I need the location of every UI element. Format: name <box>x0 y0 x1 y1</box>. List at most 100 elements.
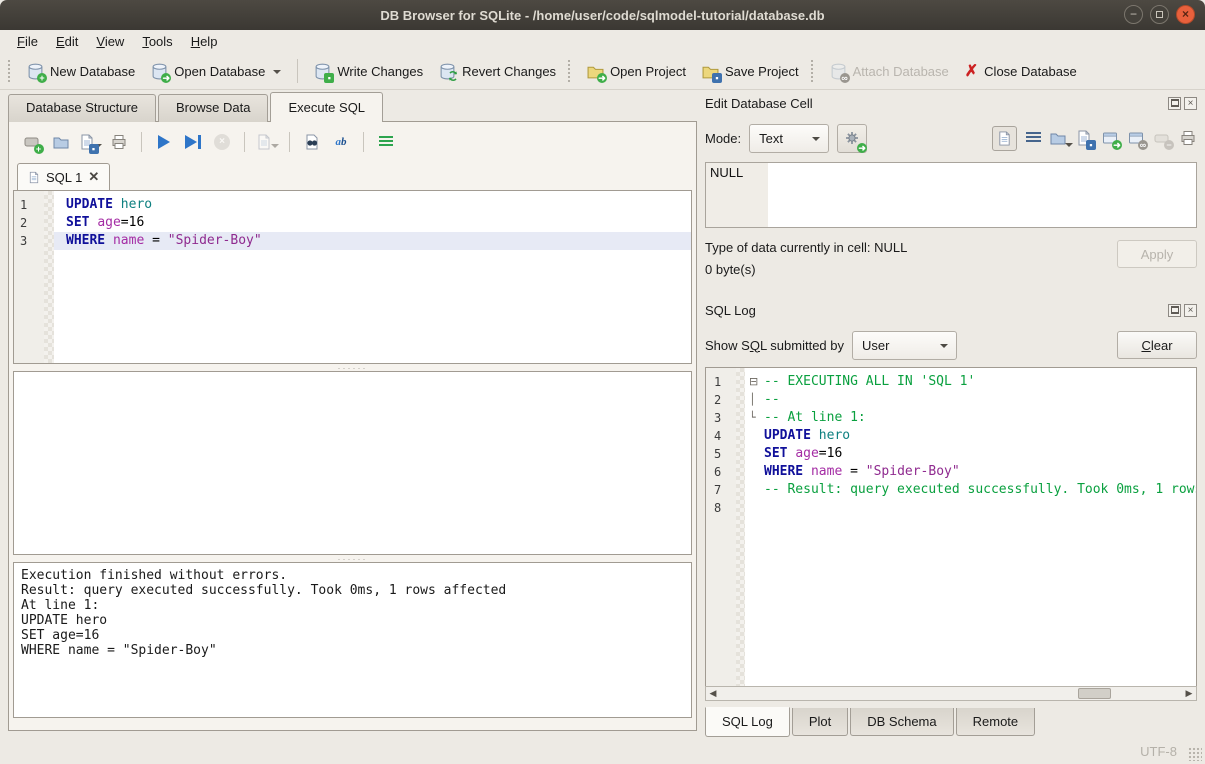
open-database-icon: ➜ <box>151 63 168 80</box>
apply-button: Apply <box>1117 240 1197 268</box>
sql-toolbar: + ▪ × ab <box>13 126 692 158</box>
tab-plot[interactable]: Plot <box>792 708 848 736</box>
scroll-left-arrow-icon[interactable]: ◀ <box>706 687 720 700</box>
format-letters-icon: ab <box>336 136 347 148</box>
editor-results-splitter[interactable]: ······ <box>13 364 692 371</box>
revert-changes-button[interactable]: Revert Changes <box>431 59 564 84</box>
stop-icon: × <box>214 134 230 150</box>
close-dock-icon[interactable]: × <box>1184 304 1197 317</box>
minimize-icon: − <box>1130 7 1137 21</box>
maximize-button[interactable] <box>1150 5 1169 24</box>
toolbar-drag-handle[interactable] <box>811 60 816 82</box>
close-icon: × <box>1182 7 1189 21</box>
mode-select[interactable]: Text <box>749 124 829 153</box>
edit-cell-dock-header: Edit Database Cell × <box>705 92 1197 114</box>
write-changes-button[interactable]: ▪ Write Changes <box>306 59 431 84</box>
execute-all-button[interactable] <box>151 129 177 155</box>
cell-value-editor[interactable]: NULL <box>705 162 1197 228</box>
results-messages-splitter[interactable]: ······ <box>13 555 692 562</box>
sql-log-view[interactable]: 1⊟-- EXECUTING ALL IN 'SQL 1'2│--3└-- At… <box>705 367 1197 687</box>
new-sql-tab-button[interactable]: + <box>19 129 45 155</box>
close-dock-icon[interactable]: × <box>1184 97 1197 110</box>
menu-edit[interactable]: Edit <box>47 32 87 51</box>
encoding-indicator[interactable]: UTF-8 <box>1140 744 1177 759</box>
text-mode-toggle-button[interactable] <box>992 126 1017 151</box>
minimize-button[interactable]: − <box>1124 5 1143 24</box>
sql-editor[interactable]: 1UPDATE hero2SET age=163WHERE name = "Sp… <box>13 190 692 364</box>
statusbar: UTF-8 <box>0 740 1205 764</box>
menu-view[interactable]: View <box>87 32 133 51</box>
save-results-button <box>254 129 280 155</box>
open-in-external-button[interactable]: ➜ <box>1102 130 1119 147</box>
clear-log-button[interactable]: Clear <box>1117 331 1197 359</box>
word-wrap-button[interactable] <box>1026 132 1041 144</box>
tab-remote[interactable]: Remote <box>956 708 1036 736</box>
import-dropdown-icon[interactable] <box>1065 143 1073 151</box>
auto-switch-mode-button[interactable]: ➜ <box>837 124 867 153</box>
close-database-button[interactable]: ✗ Close Database <box>957 59 1085 84</box>
save-project-icon: ▪ <box>702 63 719 80</box>
tab-database-structure[interactable]: Database Structure <box>8 94 156 122</box>
titlebar[interactable]: DB Browser for SQLite - /home/user/code/… <box>0 0 1205 30</box>
sql-log-dock-header: SQL Log × <box>705 299 1197 321</box>
window-title: DB Browser for SQLite - /home/user/code/… <box>380 8 824 23</box>
execution-messages[interactable]: Execution finished without errors. Resul… <box>13 562 692 718</box>
menu-help[interactable]: Help <box>182 32 227 51</box>
sql-doc-icon <box>28 171 40 184</box>
auto-indent-button[interactable] <box>373 129 399 155</box>
format-sql-button[interactable]: ab <box>328 129 354 155</box>
open-url-button[interactable]: ∞ <box>1128 130 1145 147</box>
tab-db-schema[interactable]: DB Schema <box>850 708 953 736</box>
sql-file-tabbar: SQL 1 ✕ <box>13 162 692 190</box>
play-icon <box>158 135 170 149</box>
edit-cell-title: Edit Database Cell <box>705 96 1168 111</box>
open-database-button[interactable]: ➜ Open Database <box>143 59 289 84</box>
app-window: DB Browser for SQLite - /home/user/code/… <box>0 0 1205 764</box>
log-filter-select[interactable]: User <box>852 331 957 360</box>
resize-grip-icon[interactable] <box>1188 747 1202 761</box>
log-filter-label: Show SQL submitted by <box>705 338 844 353</box>
execute-sql-panel: + ▪ × ab <box>8 121 697 731</box>
set-null-button: − <box>1154 130 1171 147</box>
document-icon <box>997 131 1012 146</box>
cell-size-info: 0 byte(s) <box>705 262 907 277</box>
tab-browse-data[interactable]: Browse Data <box>158 94 268 122</box>
open-sql-file-button[interactable] <box>48 129 74 155</box>
export-cell-data-button[interactable]: ▪ <box>1076 130 1093 147</box>
revert-changes-icon <box>439 63 456 80</box>
sql-file-tab[interactable]: SQL 1 ✕ <box>17 163 110 190</box>
sql-log-title: SQL Log <box>705 303 1168 318</box>
print-sql-button[interactable] <box>106 129 132 155</box>
float-dock-icon[interactable] <box>1168 304 1181 317</box>
open-project-button[interactable]: ➜ Open Project <box>579 59 694 84</box>
close-sql-tab-icon[interactable]: ✕ <box>88 169 99 185</box>
close-button[interactable]: × <box>1176 5 1195 24</box>
menu-file[interactable]: File <box>8 32 47 51</box>
right-dock-area: Edit Database Cell × Mode: Text ➜ ▪ ➜ ∞ <box>705 92 1197 738</box>
menu-tools[interactable]: Tools <box>133 32 181 51</box>
open-database-dropdown-icon[interactable] <box>273 70 281 78</box>
log-horizontal-scrollbar[interactable]: ◀ ▶ <box>705 686 1197 701</box>
results-grid-pane[interactable] <box>13 371 692 555</box>
execute-current-line-button[interactable] <box>180 129 206 155</box>
wrap-lines-icon <box>1026 132 1041 144</box>
toolbar-drag-handle[interactable] <box>568 60 573 82</box>
indent-lines-icon <box>379 136 393 148</box>
attach-database-button: ∞ Attach Database <box>822 59 957 84</box>
tab-sql-log[interactable]: SQL Log <box>705 707 790 737</box>
new-database-button[interactable]: + New Database <box>19 59 143 84</box>
tab-execute-sql[interactable]: Execute SQL <box>270 92 383 122</box>
float-dock-icon[interactable] <box>1168 97 1181 110</box>
print-cell-button[interactable] <box>1180 130 1197 147</box>
find-replace-button[interactable] <box>299 129 325 155</box>
scroll-right-arrow-icon[interactable]: ▶ <box>1182 687 1196 700</box>
cell-type-info: Type of data currently in cell: NULL <box>705 240 907 255</box>
import-cell-data-button[interactable] <box>1050 130 1067 147</box>
save-sql-file-button[interactable]: ▪ <box>77 129 103 155</box>
save-project-button[interactable]: ▪ Save Project <box>694 59 807 84</box>
plus-icon: + <box>34 144 44 154</box>
stop-execution-button: × <box>209 129 235 155</box>
toolbar-drag-handle[interactable] <box>8 60 13 82</box>
scrollbar-thumb[interactable] <box>1078 688 1111 699</box>
bottom-dock-tabbar: SQL Log Plot DB Schema Remote <box>705 708 1197 738</box>
